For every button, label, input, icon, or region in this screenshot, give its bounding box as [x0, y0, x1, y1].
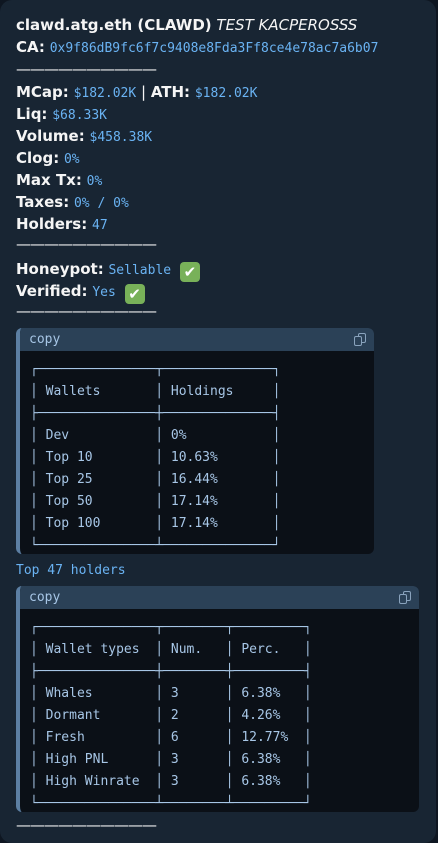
table-row: │ Whales │ 3 │ 6.38% │	[30, 686, 312, 701]
copy-label: copy	[29, 590, 61, 605]
table-row: └───────────────┴────────┴─────────┘	[30, 796, 312, 811]
separator: ——————————	[16, 235, 157, 253]
table-row: │ Wallet types │ Num. │ Perc. │	[30, 642, 312, 657]
honeypot-line: Honeypot: Sellable ✔	[16, 258, 200, 282]
table-row: │ High Winrate │ 3 │ 6.38% │	[30, 774, 312, 789]
check-mark-icon: ✔	[179, 262, 200, 282]
table-row: │ Wallets │ Holdings │	[30, 384, 281, 399]
ath-value[interactable]: $182.02K	[195, 86, 258, 101]
holders-label: Holders:	[16, 215, 88, 233]
taxes-value[interactable]: 0% / 0%	[74, 196, 129, 211]
table-row: │ High PNL │ 3 │ 6.38% │	[30, 752, 312, 767]
mcap-line: MCap: $182.02K | ATH: $182.02K	[16, 81, 257, 105]
volume-line: Volume: $458.38K	[16, 125, 152, 149]
taxes-label: Taxes:	[16, 193, 70, 211]
ath-label: ATH:	[150, 83, 191, 101]
holdings-code-block: copy ┌───────────────┬──────────────┐ │ W…	[16, 328, 374, 554]
token-title-line: clawd.atg.eth (CLAWD) TEST KACPEROSSS	[16, 14, 357, 36]
table-row: ┌───────────────┬────────┬─────────┐	[30, 620, 312, 635]
code-block-header: copy	[20, 328, 374, 351]
verified-value[interactable]: Yes	[92, 285, 115, 300]
honeypot-label: Honeypot:	[16, 260, 104, 278]
separator: ——————————	[16, 60, 157, 78]
message-bubble: clawd.atg.eth (CLAWD) TEST KACPEROSSS CA…	[0, 0, 436, 843]
table-row: │ Top 25 │ 16.44% │	[30, 472, 281, 487]
table-row: │ Top 50 │ 17.14% │	[30, 494, 281, 509]
copy-icon[interactable]	[354, 333, 366, 346]
taxes-line: Taxes: 0% / 0%	[16, 191, 129, 215]
volume-value[interactable]: $458.38K	[90, 130, 153, 145]
separator: ——————————	[16, 816, 157, 834]
ca-value[interactable]: 0x9f86dB9fc6f7c9408e8Fda3Ff8ce4e78ac7a6b…	[50, 41, 379, 56]
table-row: │ Top 10 │ 10.63% │	[30, 450, 281, 465]
liq-value[interactable]: $68.33K	[52, 108, 107, 123]
clog-line: Clog: 0%	[16, 147, 80, 171]
volume-label: Volume:	[16, 127, 85, 145]
copy-icon[interactable]	[399, 591, 411, 604]
token-tag: TEST KACPEROSSS	[216, 16, 358, 34]
table-row: │ Dev │ 0% │	[30, 428, 281, 443]
table-row: ┌───────────────┬──────────────┐	[30, 362, 281, 377]
table-row: ├───────────────┼──────────────┤	[30, 406, 281, 421]
top-holders-link[interactable]: Top 47 holders	[16, 561, 126, 581]
holdings-table[interactable]: ┌───────────────┬──────────────┐ │ Wallet…	[20, 351, 374, 554]
liq-label: Liq:	[16, 105, 48, 123]
clog-label: Clog:	[16, 149, 60, 167]
mcap-value[interactable]: $182.02K	[74, 86, 137, 101]
copy-label: copy	[29, 332, 61, 347]
table-row: └───────────────┴──────────────┘	[30, 538, 281, 553]
table-row: │ Top 100 │ 17.14% │	[30, 516, 281, 531]
table-row: │ Dormant │ 2 │ 4.26% │	[30, 708, 312, 723]
clog-value[interactable]: 0%	[64, 152, 80, 167]
maxtx-line: Max Tx: 0%	[16, 169, 102, 193]
contract-address-line: CA: 0x9f86dB9fc6f7c9408e8Fda3Ff8ce4e78ac…	[16, 36, 378, 60]
code-block-header: copy	[20, 586, 419, 609]
table-row: ├───────────────┼────────┼─────────┤	[30, 664, 312, 679]
table-row: │ Fresh │ 6 │ 12.77% │	[30, 730, 312, 745]
separator: ——————————	[16, 302, 157, 320]
liq-line: Liq: $68.33K	[16, 103, 107, 127]
pipe-divider: |	[140, 83, 147, 101]
verified-label: Verified:	[16, 282, 88, 300]
honeypot-value[interactable]: Sellable	[108, 263, 171, 278]
holders-value[interactable]: 47	[92, 218, 108, 233]
maxtx-label: Max Tx:	[16, 171, 82, 189]
wallet-types-table[interactable]: ┌───────────────┬────────┬─────────┐ │ Wa…	[20, 609, 419, 812]
ca-label: CA:	[16, 38, 45, 56]
wallets-code-block: copy ┌───────────────┬────────┬─────────…	[16, 586, 419, 812]
token-name: clawd.atg.eth (CLAWD)	[16, 16, 212, 34]
maxtx-value[interactable]: 0%	[87, 174, 103, 189]
mcap-label: MCap:	[16, 83, 69, 101]
